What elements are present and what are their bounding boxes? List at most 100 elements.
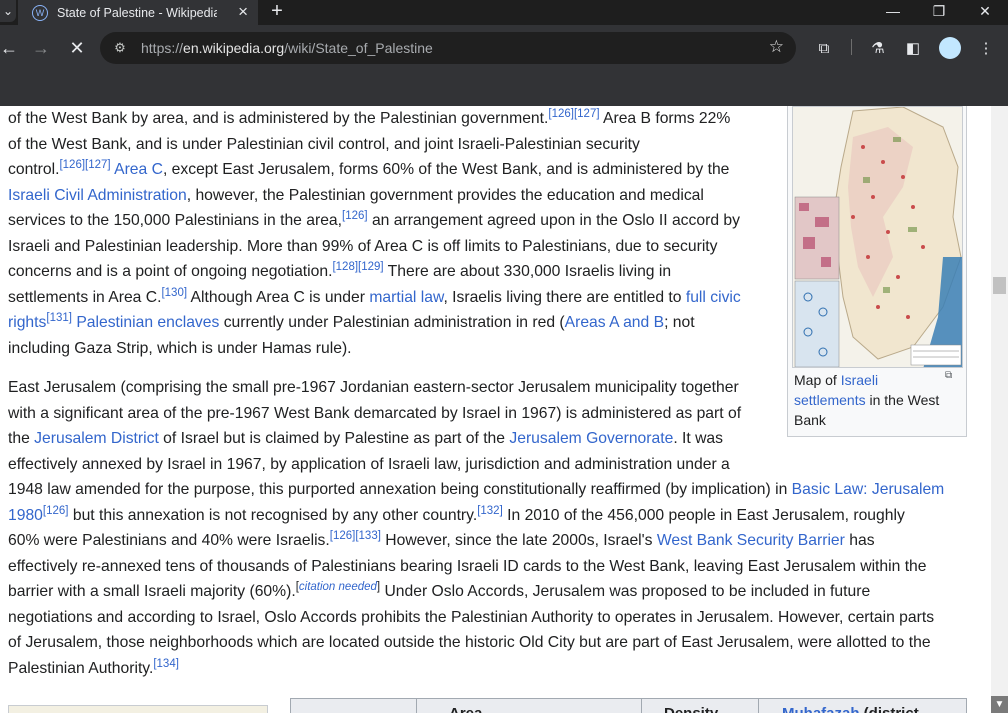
menu-kebab-icon[interactable]: ⋮: [975, 37, 997, 59]
israeli-settlements-link[interactable]: Israeli: [841, 372, 878, 388]
muhafazah-link[interactable]: Muhafazah: [782, 705, 860, 713]
text: settlements in Area C.: [8, 288, 162, 306]
bookmark-star-icon[interactable]: ☆: [769, 37, 784, 57]
column-divider: [641, 699, 642, 713]
ref-link[interactable]: [131]: [46, 312, 72, 324]
ref-link[interactable]: [126]: [548, 108, 574, 120]
toolbar-divider: [851, 39, 852, 55]
citation-needed-link[interactable]: citation needed: [299, 581, 377, 593]
text: Map of: [794, 372, 841, 388]
profile-avatar-icon[interactable]: [939, 37, 961, 59]
martial-law-link[interactable]: martial law: [369, 289, 443, 306]
text: There are about 330,000 Israelis living …: [383, 263, 672, 280]
article-content: of the West Bank by area, and is adminis…: [0, 106, 991, 713]
settlements-map-image[interactable]: [792, 106, 963, 368]
israeli-settlements-link[interactable]: settlements: [794, 392, 866, 408]
tab-search-icon[interactable]: ⌄: [0, 0, 16, 22]
full-civic-rights-link[interactable]: rights: [8, 314, 46, 331]
map-graphic: [793, 107, 962, 367]
text: of the West Bank, and is under Palestini…: [8, 135, 640, 153]
page-scrollbar[interactable]: ▼: [991, 106, 1008, 713]
text: of Jerusalem, those neighborhoods which …: [8, 634, 931, 651]
text: an arrangement agreed upon in the Oslo I…: [367, 212, 740, 229]
scrollbar-thumb[interactable]: [993, 277, 1006, 294]
ref-link[interactable]: [126]: [59, 159, 85, 171]
ref-link[interactable]: [134]: [153, 658, 179, 670]
text: of the West Bank by area, and is adminis…: [8, 110, 549, 127]
side-panel-icon[interactable]: ◧: [902, 37, 924, 59]
wikipedia-favicon-icon: W: [32, 4, 48, 21]
column-header-area[interactable]: Area: [449, 705, 482, 713]
ref-link[interactable]: [129]: [358, 261, 384, 273]
text: In 2010 of the 456,000 people in East Je…: [502, 506, 905, 524]
palestinian-enclaves-link[interactable]: Palestinian enclaves: [76, 314, 219, 331]
bookmarks-bar: [0, 71, 1008, 106]
minimize-icon[interactable]: —: [870, 0, 916, 22]
text: effectively annexed by Israel in 1967, b…: [8, 455, 730, 473]
back-arrow-icon[interactable]: ←: [0, 35, 22, 61]
west-bank-barrier-link[interactable]: West Bank Security Barrier: [657, 532, 845, 549]
close-tab-icon[interactable]: ×: [238, 2, 248, 22]
ref-link[interactable]: [127]: [574, 108, 600, 120]
url-text[interactable]: https://en.wikipedia.org/wiki/State_of_P…: [141, 40, 433, 56]
scroll-down-arrow-icon[interactable]: ▼: [991, 696, 1008, 713]
address-bar[interactable]: ⚙ https://en.wikipedia.org/wiki/State_of…: [100, 32, 796, 64]
ref-link[interactable]: [126]: [330, 530, 356, 542]
full-civic-rights-link[interactable]: full civic: [686, 289, 741, 306]
close-window-icon[interactable]: ✕: [962, 0, 1008, 22]
text: currently under Palestinian administrati…: [219, 314, 565, 331]
restore-icon[interactable]: ❐: [916, 0, 962, 22]
ref-link[interactable]: [126]: [342, 210, 368, 222]
ref-link[interactable]: [126]: [43, 505, 69, 517]
text: , Israelis living there are entitled to: [443, 288, 686, 306]
text: negotiations and according to Israel, Os…: [8, 608, 935, 626]
map-thumbnail-box: Map of Israeli settlements in the West Ba…: [787, 106, 967, 437]
text: , except East Jerusalem, forms 60% of th…: [162, 161, 730, 178]
stop-loading-icon[interactable]: ✕: [64, 35, 90, 61]
text: effectively re-annexed tens of thousands…: [8, 557, 927, 575]
text: the: [8, 430, 35, 447]
text: Area B forms 22%: [599, 110, 731, 127]
text: . It was: [673, 430, 724, 447]
url-scheme: https://: [141, 40, 184, 56]
extensions-icon[interactable]: ⧉: [813, 37, 835, 59]
basic-law-jerusalem-link[interactable]: 1980: [8, 507, 43, 524]
enlarge-icon[interactable]: ⧉: [945, 370, 952, 381]
text: , however, the Palestinian government pr…: [186, 186, 704, 204]
ref-link[interactable]: [127]: [85, 159, 111, 171]
text: control.: [8, 161, 60, 178]
paragraph-areas: of the West Bank by area, and is adminis…: [8, 106, 741, 361]
new-tab-icon[interactable]: +: [266, 0, 288, 22]
jerusalem-district-link[interactable]: Jerusalem District: [34, 430, 159, 447]
basic-law-jerusalem-link[interactable]: Basic Law: Jerusalem: [792, 481, 945, 498]
ref-link[interactable]: [130]: [161, 287, 187, 299]
text: Although Area C is under: [187, 288, 370, 306]
active-tab[interactable]: W State of Palestine - Wikipedia ×: [18, 0, 258, 25]
url-host: en.wikipedia.org: [183, 40, 285, 56]
ref-link[interactable]: [133]: [355, 530, 381, 542]
url-path: /wiki/State_of_Palestine: [284, 40, 433, 56]
labs-flask-icon[interactable]: ⚗: [867, 37, 889, 59]
text: (district: [860, 705, 919, 713]
lower-image-box[interactable]: [8, 705, 268, 713]
column-divider: [758, 699, 759, 713]
ref-link[interactable]: [132]: [477, 505, 503, 517]
text: Israeli and Palestinian leadership. More…: [8, 237, 718, 255]
israeli-civil-administration-link[interactable]: Israeli Civil Administration: [8, 187, 187, 204]
text: barrier with a small Israeli majority (6…: [8, 583, 296, 600]
text: but this annexation is not recognised by…: [68, 506, 478, 524]
text: including Gaza Strip, which is under Ham…: [8, 339, 352, 357]
column-header-muhafazah[interactable]: Muhafazah (district: [782, 705, 919, 713]
text: services to the 150,000 Palestinians in …: [8, 212, 343, 229]
areas-a-and-b-link[interactable]: Areas A and B: [565, 314, 664, 331]
area-c-link[interactable]: Area C: [114, 161, 163, 178]
jerusalem-governorate-link[interactable]: Jerusalem Governorate: [509, 430, 673, 447]
ref-link[interactable]: [128]: [332, 261, 358, 273]
text: Under Oslo Accords, Jerusalem was propos…: [380, 583, 871, 600]
forward-arrow-icon[interactable]: →: [28, 35, 54, 61]
column-header-density[interactable]: Density: [664, 705, 718, 713]
tab-strip: ⌄ W State of Palestine - Wikipedia × + —…: [0, 0, 1008, 25]
text: However, since the late 2000s, Israel's: [380, 532, 657, 549]
browser-toolbar: ← → ✕ ⚙ https://en.wikipedia.org/wiki/St…: [0, 25, 1008, 71]
site-info-icon[interactable]: ⚙: [111, 39, 129, 57]
